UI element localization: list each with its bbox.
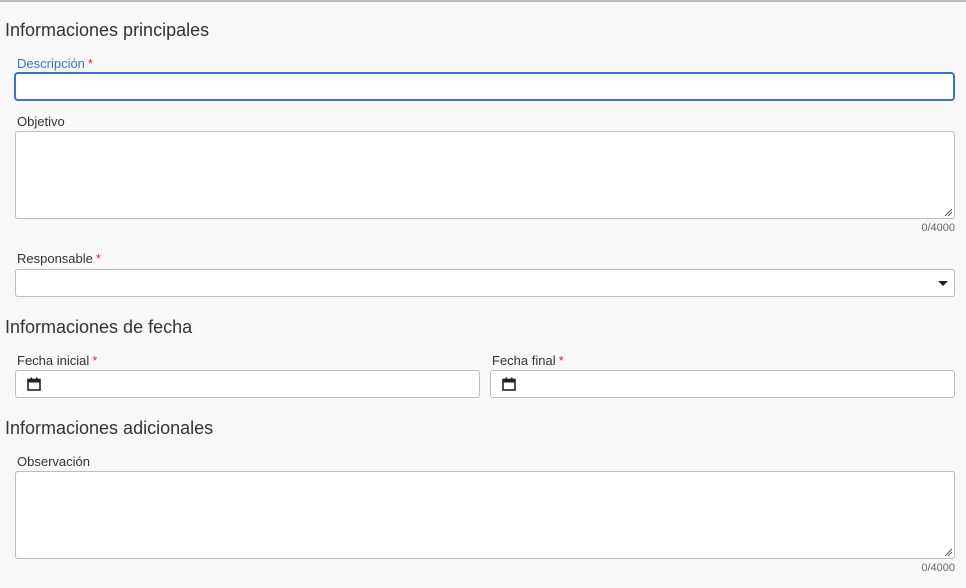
responsable-label-text: Responsable: [17, 251, 93, 266]
observacion-field[interactable]: [15, 471, 955, 559]
objetivo-field[interactable]: [15, 131, 955, 219]
fecha-inicial-input[interactable]: [16, 371, 479, 397]
resize-grip-icon[interactable]: [944, 208, 952, 216]
required-mark: *: [92, 353, 98, 368]
fecha-inicial-field[interactable]: [15, 370, 480, 398]
objetivo-char-counter: 0/4000: [921, 222, 955, 234]
chevron-down-icon[interactable]: [938, 281, 948, 286]
resize-grip-icon[interactable]: [944, 548, 952, 556]
top-divider: [0, 0, 966, 2]
calendar-icon[interactable]: [502, 377, 516, 391]
fecha-final-label-text: Fecha final: [492, 353, 556, 368]
responsable-select[interactable]: [15, 269, 955, 297]
descripcion-input[interactable]: [16, 74, 953, 99]
descripcion-label-text: Descripción: [17, 56, 85, 71]
fecha-inicial-label: Fecha inicial *: [17, 353, 97, 368]
section-title-additional: Informaciones adicionales: [5, 418, 214, 438]
observacion-label: Observación: [17, 454, 90, 469]
required-mark: *: [87, 56, 93, 71]
section-title-main: Informaciones principales: [5, 20, 210, 40]
objetivo-label: Objetivo: [17, 114, 65, 129]
required-mark: *: [95, 251, 101, 266]
descripcion-field[interactable]: [14, 72, 955, 101]
fecha-final-input[interactable]: [491, 371, 954, 397]
fecha-final-field[interactable]: [490, 370, 955, 398]
observacion-char-counter: 0/4000: [921, 562, 955, 574]
required-mark: *: [558, 353, 564, 368]
responsable-label: Responsable *: [17, 251, 101, 266]
calendar-icon[interactable]: [27, 377, 41, 391]
descripcion-label: Descripción *: [17, 56, 93, 71]
fecha-final-label: Fecha final *: [492, 353, 564, 368]
observacion-textarea[interactable]: [16, 472, 954, 558]
objetivo-textarea[interactable]: [16, 132, 954, 218]
fecha-inicial-label-text: Fecha inicial: [17, 353, 90, 368]
section-title-dates: Informaciones de fecha: [5, 317, 193, 337]
